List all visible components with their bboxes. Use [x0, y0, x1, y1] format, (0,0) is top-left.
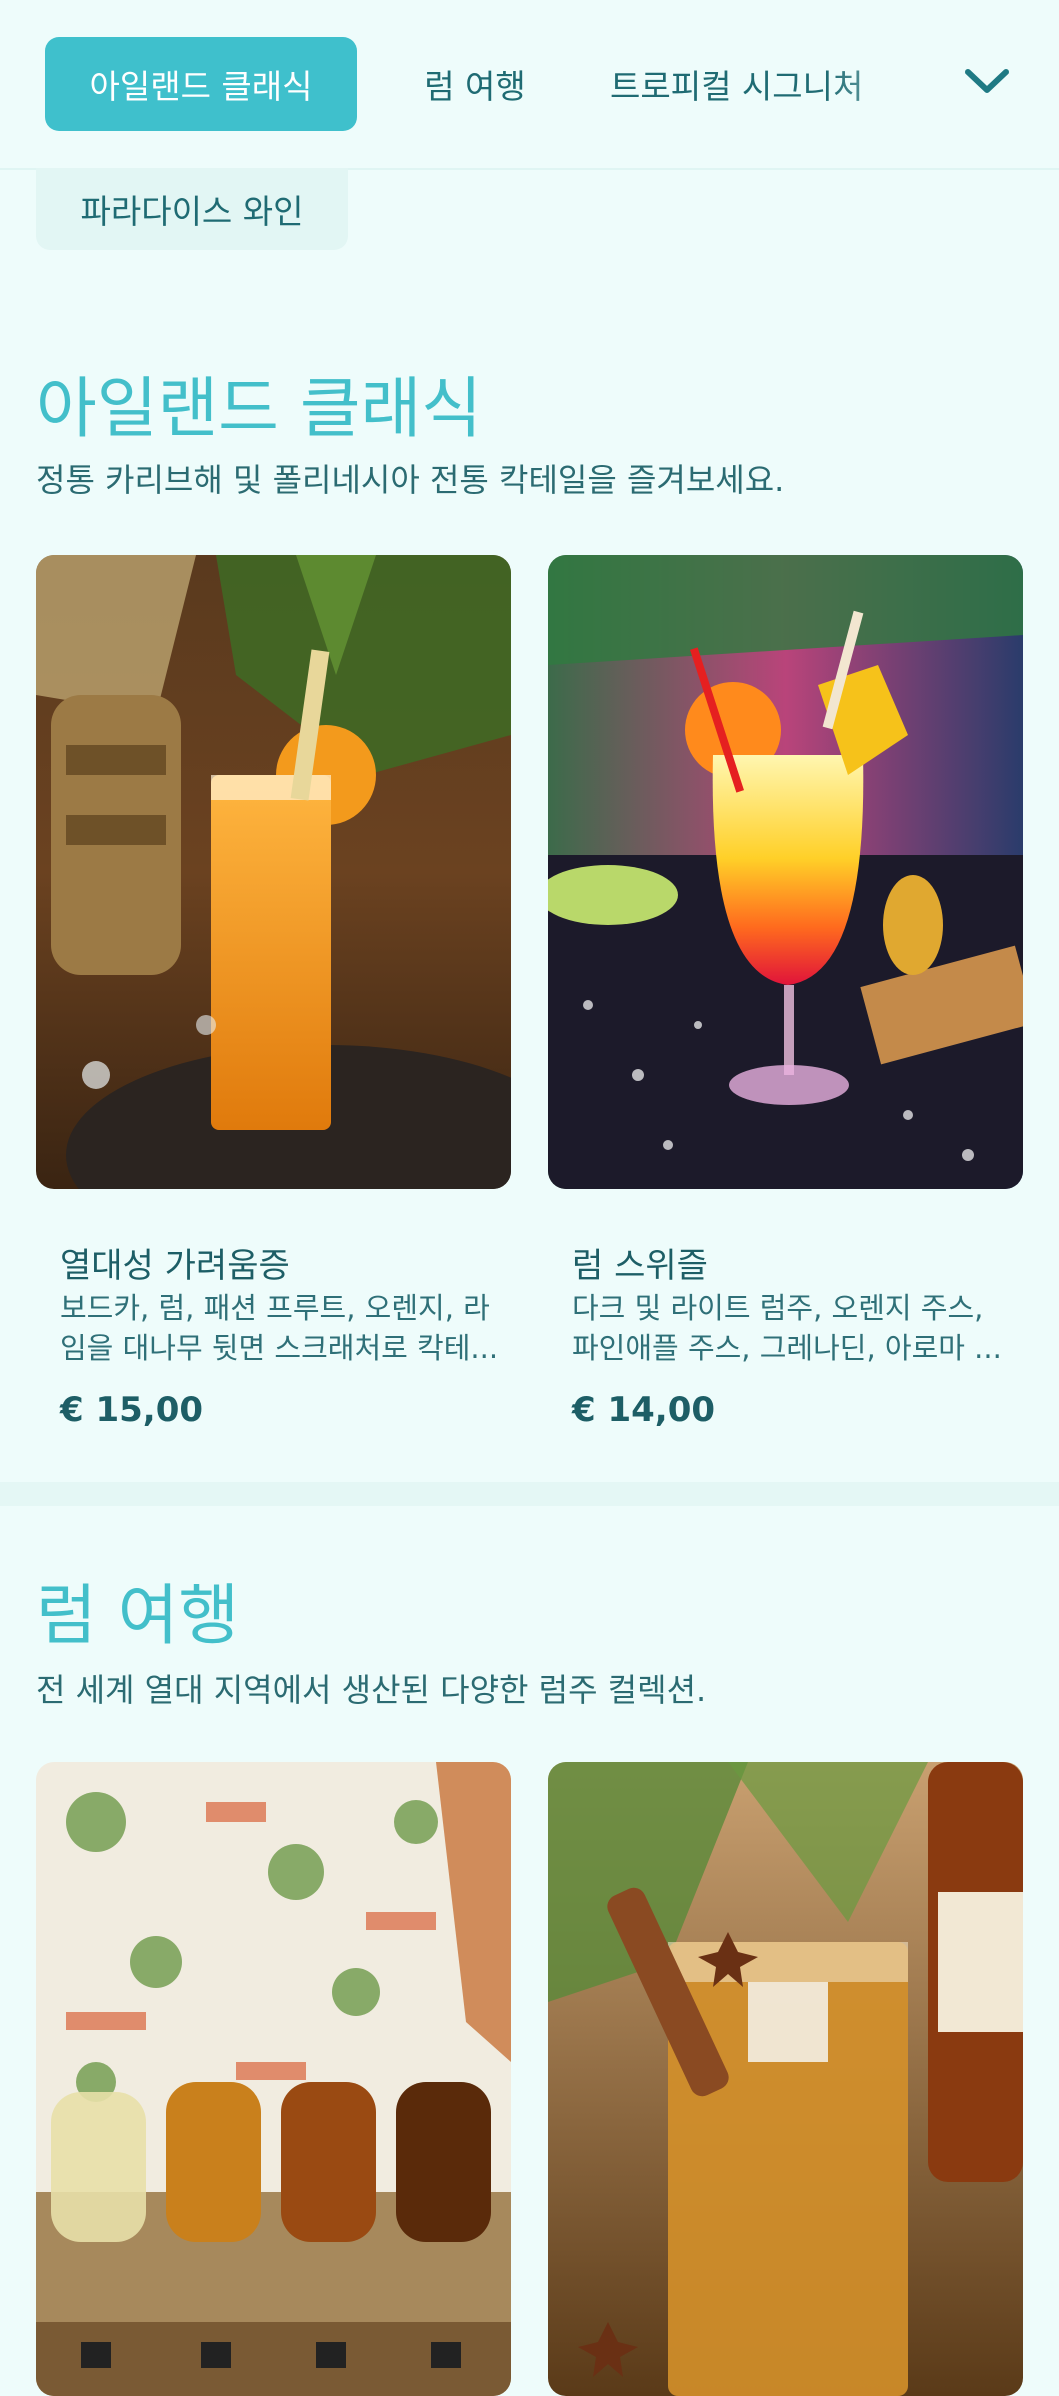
- tab-paradise-wine[interactable]: 파라다이스 와인: [36, 168, 348, 250]
- tab-rum-journey[interactable]: 럼 여행: [400, 37, 550, 131]
- chevron-down-icon[interactable]: [962, 62, 1012, 102]
- tab-island-classic[interactable]: 아일랜드 클래식: [45, 37, 357, 131]
- menu-item-description-line: 파인애플 주스, 그레나딘, 아로마 ...: [572, 1331, 1002, 1365]
- menu-item-name[interactable]: 럼 스위즐: [572, 1238, 708, 1287]
- menu-item-price: € 15,00: [60, 1390, 204, 1430]
- menu-item-price: € 14,00: [572, 1390, 716, 1430]
- menu-item-description: 보드카, 럼, 패션 프루트, 오렌지, 라 임을 대나무 뒷면 스크래처로 칵…: [60, 1288, 500, 1368]
- menu-item-name[interactable]: 열대성 가려움증: [60, 1238, 290, 1287]
- section-description: 전 세계 열대 지역에서 생산된 다양한 럼주 컬렉션.: [36, 1671, 707, 1709]
- tab-tropical-signature[interactable]: 트로피컬 시그니처: [610, 37, 920, 131]
- category-nav: 아일랜드 클래식 럼 여행 트로피컬 시그니처: [0, 0, 1059, 168]
- rum-on-ice-photo[interactable]: [548, 1762, 1023, 2396]
- section-description: 정통 카리브해 및 폴리네시아 전통 칵테일을 즐겨보세요.: [36, 461, 785, 499]
- section-title: 아일랜드 클래식: [36, 370, 483, 447]
- rum-flight-map-photo[interactable]: [36, 1762, 511, 2396]
- sunrise-cocktail-photo[interactable]: [548, 555, 1023, 1189]
- menu-item-description-line: 보드카, 럼, 패션 프루트, 오렌지, 라: [60, 1291, 490, 1325]
- menu-item-description: 다크 및 라이트 럼주, 오렌지 주스, 파인애플 주스, 그레나딘, 아로마 …: [572, 1288, 1012, 1368]
- orange-cocktail-photo[interactable]: [36, 555, 511, 1189]
- menu-item-description-line: 임을 대나무 뒷면 스크래처로 칵테...: [60, 1331, 499, 1365]
- section-title: 럼 여행: [36, 1577, 240, 1654]
- menu-item-description-line: 다크 및 라이트 럼주, 오렌지 주스,: [572, 1291, 984, 1325]
- section-divider: [0, 1482, 1059, 1506]
